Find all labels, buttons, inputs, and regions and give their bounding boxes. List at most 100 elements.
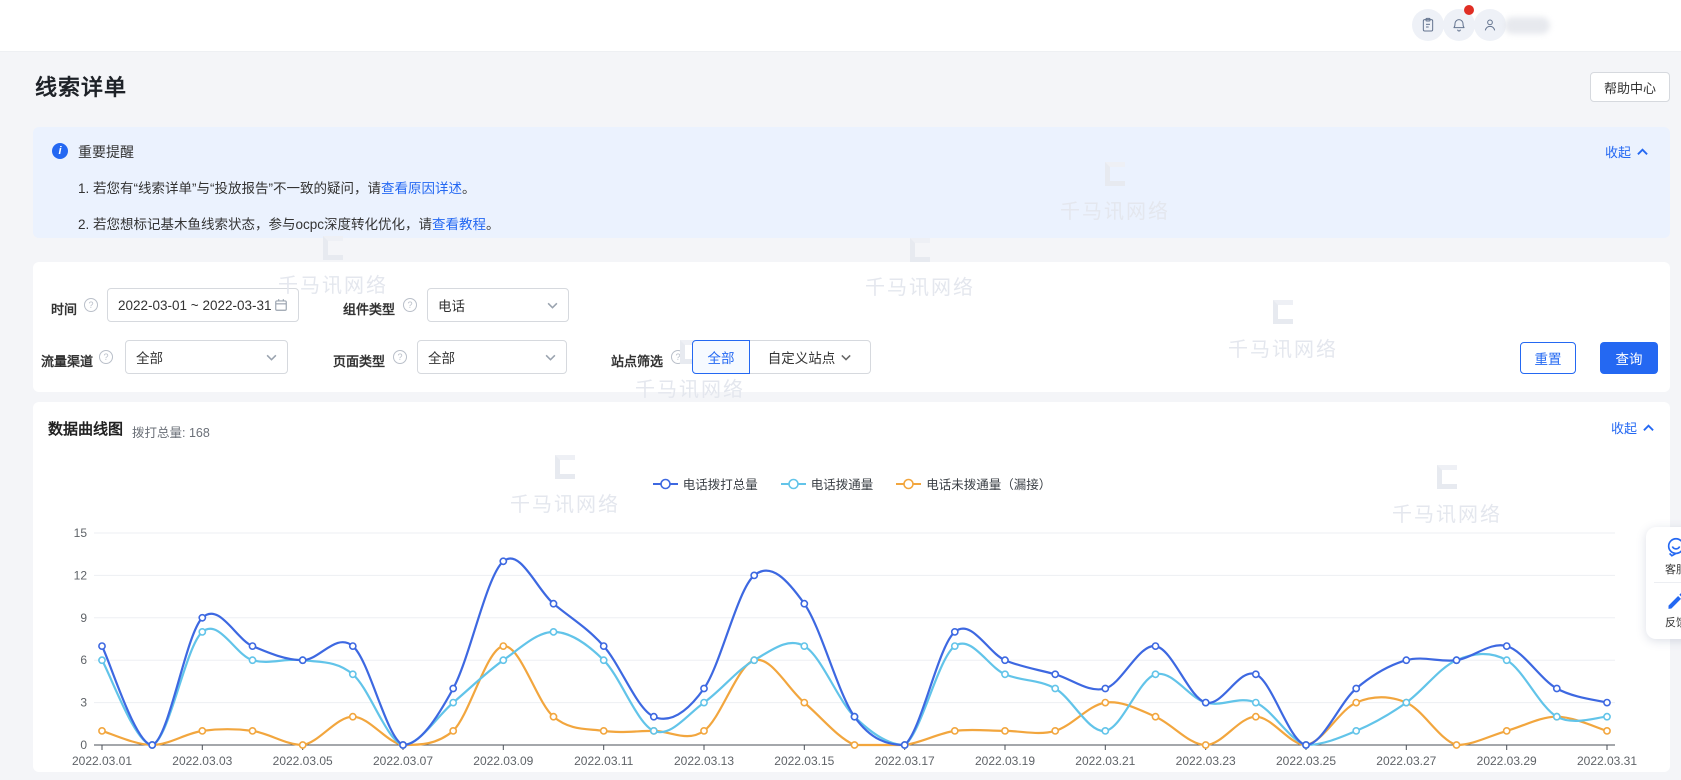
notice-collapse-label: 收起 <box>1605 142 1631 161</box>
svg-text:3: 3 <box>80 696 87 710</box>
component-type-value: 电话 <box>438 295 547 315</box>
page-type-select[interactable]: 全部 <box>417 340 567 374</box>
info-icon: i <box>52 143 68 159</box>
svg-text:2022.03.17: 2022.03.17 <box>875 754 935 768</box>
chevron-down-icon <box>547 302 558 309</box>
filter-card: 时间 ? 2022-03-01 ~ 2022-03-31 组件类型 ? 电话 流… <box>33 262 1670 392</box>
legend-marker-icon <box>652 477 679 491</box>
page-type-label: 页面类型 <box>333 351 385 370</box>
clipboard-icon[interactable] <box>1412 9 1444 41</box>
time-label: 时间 <box>51 299 77 318</box>
watermark-logo <box>323 236 343 260</box>
svg-text:2022.03.29: 2022.03.29 <box>1477 754 1537 768</box>
legend-item[interactable]: 电话拨打总量 <box>652 474 758 493</box>
notice-line-text: 。 <box>462 181 476 196</box>
line-chart: 0 3 6 9 12 15 2022.03.01 2022.03.03 2022.03.05 20… <box>33 500 1670 772</box>
svg-text:6: 6 <box>80 653 87 667</box>
chart-collapse-label: 收起 <box>1611 418 1637 437</box>
page-type-value: 全部 <box>428 347 545 367</box>
legend-item[interactable]: 电话未拨通量（漏接） <box>895 474 1051 493</box>
notice-line-link[interactable]: 查看教程 <box>432 217 486 232</box>
site-filter-label: 站点筛选 <box>611 351 663 370</box>
component-type-help-icon[interactable]: ? <box>403 298 417 312</box>
svg-text:2022.03.23: 2022.03.23 <box>1176 754 1236 768</box>
legend-item[interactable]: 电话拨通量 <box>780 474 874 493</box>
svg-text:2022.03.19: 2022.03.19 <box>975 754 1035 768</box>
notice-line: 2. 若您想标记基木鱼线索状态，参与ocpc深度转化优化，请查看教程。 <box>78 213 500 233</box>
time-help-icon[interactable]: ? <box>84 298 98 312</box>
svg-text:15: 15 <box>74 526 88 540</box>
chevron-up-icon <box>1643 424 1654 432</box>
username-blurred[interactable] <box>1504 17 1550 34</box>
notice-line-text: 1. 若您有“线索详单”与“投放报告”不一致的疑问，请 <box>78 181 381 196</box>
site-filter-custom-button[interactable]: 自定义站点 <box>749 340 871 374</box>
svg-text:2022.03.21: 2022.03.21 <box>1075 754 1135 768</box>
svg-text:2022.03.05: 2022.03.05 <box>273 754 333 768</box>
line-chart-svg: 0 3 6 9 12 15 2022.03.01 2022.03.03 2022.03.05 20… <box>33 500 1670 772</box>
svg-text:12: 12 <box>74 568 88 582</box>
date-range-value: 2022-03-01 ~ 2022-03-31 <box>118 298 274 313</box>
chevron-down-icon <box>841 354 851 361</box>
chart-card: 数据曲线图 拨打总量: 168 收起 电话拨打总量 电话拨通量 电话未拨通量（漏接）… <box>33 402 1670 772</box>
notice-line-link[interactable]: 查看原因详述 <box>381 181 462 196</box>
svg-text:2022.03.13: 2022.03.13 <box>674 754 734 768</box>
chevron-down-icon <box>266 354 277 361</box>
page-title: 线索详单 <box>35 70 127 102</box>
svg-text:0: 0 <box>80 738 87 752</box>
svg-text:2022.03.03: 2022.03.03 <box>172 754 232 768</box>
component-type-select[interactable]: 电话 <box>427 288 569 322</box>
chevron-down-icon <box>545 354 556 361</box>
svg-text:2022.03.01: 2022.03.01 <box>72 754 132 768</box>
site-filter-help-icon[interactable]: ? <box>671 350 685 364</box>
query-button[interactable]: 查询 <box>1600 342 1658 374</box>
svg-text:2022.03.07: 2022.03.07 <box>373 754 433 768</box>
notice-line: 1. 若您有“线索详单”与“投放报告”不一致的疑问，请查看原因详述。 <box>78 177 476 197</box>
notification-dot <box>1464 5 1474 15</box>
svg-text:2022.03.25: 2022.03.25 <box>1276 754 1336 768</box>
notice-line-text: 。 <box>486 217 500 232</box>
customer-service-button[interactable]: 客服 <box>1646 530 1681 582</box>
customer-service-icon <box>1665 536 1681 558</box>
svg-text:2022.03.31: 2022.03.31 <box>1577 754 1637 768</box>
notice-title: 重要提醒 <box>78 142 134 162</box>
legend-label: 电话拨打总量 <box>683 474 758 493</box>
watermark-logo <box>910 238 930 262</box>
floating-widget: 客服 反馈 <box>1646 527 1681 639</box>
legend-label: 电话拨通量 <box>811 474 874 493</box>
feedback-pen-icon <box>1666 591 1681 611</box>
date-range-input[interactable]: 2022-03-01 ~ 2022-03-31 <box>107 288 299 322</box>
chevron-up-icon <box>1637 148 1648 156</box>
chart-legend: 电话拨打总量 电话拨通量 电话未拨通量（漏接） <box>33 474 1670 493</box>
user-icon[interactable] <box>1474 9 1506 41</box>
legend-marker-icon <box>780 477 807 491</box>
reset-button[interactable]: 重置 <box>1520 342 1576 374</box>
svg-text:2022.03.11: 2022.03.11 <box>574 754 633 768</box>
svg-text:9: 9 <box>80 611 87 625</box>
customer-service-label: 客服 <box>1665 561 1681 577</box>
svg-text:2022.03.27: 2022.03.27 <box>1376 754 1436 768</box>
chart-collapse-button[interactable]: 收起 <box>1611 418 1654 437</box>
chart-total-calls: 拨打总量: 168 <box>132 422 210 441</box>
component-type-label: 组件类型 <box>343 299 395 318</box>
traffic-channel-value: 全部 <box>136 347 266 367</box>
legend-marker-icon <box>895 477 922 491</box>
site-filter-all-button[interactable]: 全部 <box>692 340 750 374</box>
site-filter-custom-label: 自定义站点 <box>768 347 836 367</box>
help-center-button[interactable]: 帮助中心 <box>1590 72 1670 102</box>
calendar-icon <box>274 298 288 312</box>
divider <box>1654 582 1681 583</box>
feedback-label: 反馈 <box>1665 614 1681 630</box>
svg-text:2022.03.15: 2022.03.15 <box>774 754 834 768</box>
traffic-channel-label: 流量渠道 <box>41 351 93 370</box>
notice-collapse-button[interactable]: 收起 <box>1605 142 1648 161</box>
legend-label: 电话未拨通量（漏接） <box>926 474 1051 493</box>
svg-text:2022.03.09: 2022.03.09 <box>473 754 533 768</box>
notice-line-text: 2. 若您想标记基木鱼线索状态，参与ocpc深度转化优化，请 <box>78 217 432 232</box>
chart-title: 数据曲线图 <box>48 418 123 439</box>
traffic-channel-select[interactable]: 全部 <box>125 340 288 374</box>
traffic-channel-help-icon[interactable]: ? <box>99 350 113 364</box>
feedback-button[interactable]: 反馈 <box>1646 584 1681 636</box>
page-type-help-icon[interactable]: ? <box>393 350 407 364</box>
topbar <box>0 0 1681 52</box>
notice-banner: i 重要提醒 收起 1. 若您有“线索详单”与“投放报告”不一致的疑问，请查看原… <box>33 127 1670 238</box>
